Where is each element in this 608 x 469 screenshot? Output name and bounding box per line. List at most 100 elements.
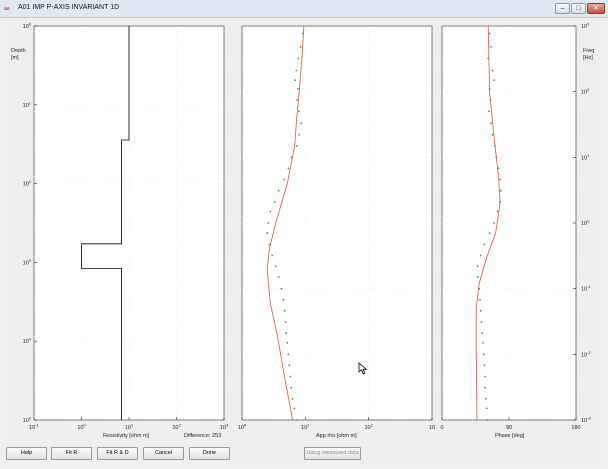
apprho-data-point	[293, 407, 296, 410]
apprho-data-point	[290, 386, 293, 389]
apprho-data-point	[297, 110, 300, 113]
resistivity-x-tick-label: 100	[77, 423, 86, 432]
freq-y-tick-label: 102	[581, 87, 590, 96]
depth-y-tick-label: 103	[23, 258, 32, 267]
fit-r-and-d-button[interactable]: Fit R & D	[97, 447, 138, 460]
apprho-data-point	[283, 309, 286, 312]
apprho-x-tick-label: 102	[364, 423, 373, 432]
phase-data-point	[490, 122, 492, 125]
apprho-data-point	[285, 332, 288, 335]
phase-axis-label: Phase [deg]	[495, 433, 525, 439]
apprho-data-point	[300, 122, 303, 125]
apprho-data-point	[277, 189, 280, 192]
phase-data-point	[491, 133, 494, 136]
apprho-data-point	[277, 276, 280, 278]
help-button[interactable]: Help	[6, 447, 47, 460]
phase-data-point	[491, 69, 494, 72]
plot-canvas: 10-1 100 101 102 103 100 101 102 103 104 105 100 101…	[23, 22, 592, 432]
freq-y-tick-label: 101	[581, 153, 590, 162]
phase-data-point	[499, 178, 501, 181]
phase-data-point	[490, 46, 492, 48]
apprho-data-point	[295, 419, 298, 421]
phase-data-point	[486, 419, 489, 421]
resistivity-x-tick-label: 102	[172, 423, 181, 432]
done-button[interactable]: Done	[189, 447, 230, 460]
depth-axis-label: Depth	[11, 48, 26, 54]
resistivity-x-tick-label: 103	[220, 423, 229, 432]
freq-axis-label: Freq	[583, 48, 595, 54]
apprho-data-point	[294, 79, 296, 81]
phase-data-point	[485, 397, 487, 400]
phase-data-point	[478, 287, 481, 290]
apprho-x-tick-label: 100	[238, 423, 247, 432]
phase-data-point	[479, 309, 482, 312]
phase-data-point	[487, 57, 490, 60]
phase-data-point	[499, 189, 502, 192]
apprho-data-point	[286, 341, 289, 344]
apprho-data-point	[295, 69, 298, 72]
phase-x-tick-label: 0	[440, 425, 443, 431]
freq-y-tick-label: 100	[581, 219, 590, 228]
phase-data-point	[482, 341, 484, 344]
freq-y-tick-label: 10-1	[581, 284, 591, 293]
phase-data-point	[493, 222, 495, 224]
difference-label: Difference: 253	[184, 433, 222, 439]
fit-r-button[interactable]: Fit R	[51, 447, 92, 460]
apprho-x-tick-label: 101	[301, 423, 310, 432]
phase-data-point	[488, 232, 491, 235]
apprho-data-point	[298, 133, 301, 136]
phase-data-point	[483, 364, 486, 367]
apprho-data-point	[273, 200, 276, 203]
apprho-data-point	[302, 32, 304, 35]
phase-data-point	[488, 32, 491, 35]
freq-y-tick-label: 10-2	[581, 350, 591, 359]
phase-data-point	[476, 276, 479, 278]
apprho-data-point	[268, 243, 271, 246]
phase-x-tick-label: 180	[571, 425, 580, 431]
phase-data-point	[499, 200, 501, 203]
apprho-axis-label: App rho [ohm m]	[316, 433, 357, 439]
cancel-button[interactable]: Cancel	[143, 447, 184, 460]
freq-unit-label: [Hz]	[583, 55, 593, 61]
phase-data-point	[493, 79, 495, 81]
apprho-data-point	[271, 254, 274, 257]
phase-data-point	[488, 88, 491, 90]
phase-data-point	[488, 110, 490, 113]
using-measured-data-button: Using measured data	[304, 447, 361, 460]
freq-y-tick-label: 10-3	[581, 416, 591, 425]
apprho-data-point	[295, 144, 298, 147]
phase-data-point	[485, 407, 488, 410]
depth-unit-label: [m]	[11, 55, 19, 61]
apprho-data-point	[289, 375, 292, 378]
phase-data-point	[494, 144, 496, 147]
apprho-data-point	[290, 156, 293, 159]
apprho-data-point	[282, 298, 285, 301]
resistivity-axis-label: Resistivity [ohm m]	[103, 433, 150, 439]
phase-data-point	[484, 386, 487, 389]
apprho-data-point	[269, 210, 272, 213]
depth-y-tick-label: 100	[23, 22, 32, 31]
phase-data-point	[489, 99, 492, 101]
apprho-data-point	[287, 167, 290, 170]
apprho-data-point	[280, 287, 283, 290]
apprho-data-point	[291, 397, 294, 400]
apprho-data-point	[296, 99, 298, 101]
apprho-data-point	[297, 57, 300, 60]
apprho-data-point	[266, 232, 269, 235]
depth-y-tick-label: 105	[23, 416, 32, 425]
apprho-data-point	[297, 88, 299, 90]
depth-y-tick-label: 104	[23, 337, 32, 346]
resistivity-x-tick-label: 10-1	[29, 423, 39, 432]
phase-data-point	[481, 332, 484, 335]
apprho-data-point	[284, 321, 287, 323]
phase-data-point	[483, 243, 486, 246]
phase-x-tick-label: 90	[506, 425, 512, 431]
apprho-data-point	[267, 222, 270, 224]
phase-data-point	[484, 375, 487, 378]
depth-y-tick-label: 101	[23, 100, 32, 109]
phase-data-point	[479, 254, 482, 257]
resistivity-x-tick-label: 101	[125, 423, 134, 432]
phase-data-point	[495, 156, 498, 159]
apprho-data-point	[283, 178, 285, 181]
apprho-data-point	[287, 353, 290, 356]
